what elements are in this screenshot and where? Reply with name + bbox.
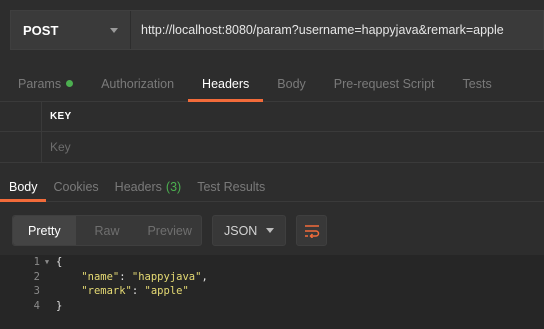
code-text: "name": "happyjava", xyxy=(81,270,208,283)
wrap-lines-button[interactable] xyxy=(296,215,327,246)
key-column-header: KEY xyxy=(50,111,72,122)
tab-params-label: Params xyxy=(18,76,62,91)
format-select[interactable]: JSON xyxy=(212,215,286,246)
code-text: } xyxy=(56,299,63,312)
request-bar: POST xyxy=(10,10,544,50)
line-number: 1 xyxy=(33,256,40,268)
chevron-down-icon xyxy=(110,27,118,33)
code-line: 2 "name": "happyjava", xyxy=(0,270,544,285)
tab-body-label: Body xyxy=(277,76,306,91)
pretty-button[interactable]: Pretty xyxy=(13,216,76,245)
headers-table-row xyxy=(0,132,544,162)
tab-headers[interactable]: Headers xyxy=(188,66,264,102)
tab-response-headers-label: Headers xyxy=(114,179,162,194)
code-line: 1 ▼ { xyxy=(0,255,544,270)
response-body-editor[interactable]: 1 ▼ { 2 "name": "happyjava", 3 "remark":… xyxy=(0,255,544,329)
json-key: "remark" xyxy=(81,285,132,297)
json-value: "happyjava" xyxy=(131,270,202,283)
code-line: 4 } xyxy=(0,299,544,314)
view-mode-toggle: Pretty Raw Preview xyxy=(12,215,202,246)
tab-test-results-label: Test Results xyxy=(197,179,266,194)
tab-pre-request-script[interactable]: Pre-request Script xyxy=(320,66,449,101)
tab-headers-label: Headers xyxy=(202,76,250,91)
tab-tests-label: Tests xyxy=(462,76,492,91)
header-checkbox-column xyxy=(0,102,42,131)
json-key: "name" xyxy=(81,270,120,283)
tab-response-headers[interactable]: Headers (3) xyxy=(107,172,190,201)
tab-body[interactable]: Body xyxy=(263,66,320,101)
chevron-down-icon xyxy=(266,228,274,233)
tab-test-results[interactable]: Test Results xyxy=(189,172,273,201)
header-row-checkbox[interactable] xyxy=(0,132,42,162)
tab-pre-request-script-label: Pre-request Script xyxy=(333,76,435,91)
preview-button[interactable]: Preview xyxy=(138,216,201,245)
params-indicator-dot xyxy=(66,80,74,87)
url-input[interactable] xyxy=(131,11,543,49)
code-text: "remark": "apple" xyxy=(81,285,189,297)
header-key-input[interactable] xyxy=(50,140,544,154)
line-number: 2 xyxy=(33,270,40,283)
tab-authorization-label: Authorization xyxy=(101,76,175,91)
tab-tests[interactable]: Tests xyxy=(449,66,506,101)
tab-authorization[interactable]: Authorization xyxy=(87,66,188,101)
method-select[interactable]: POST xyxy=(11,11,131,49)
tab-params[interactable]: Params xyxy=(0,66,87,101)
line-number: 3 xyxy=(33,285,40,297)
tab-cookies-label: Cookies xyxy=(53,179,99,194)
wrap-lines-icon xyxy=(304,224,319,238)
request-tabs: Params Authorization Headers Body Pre-re… xyxy=(0,66,544,102)
headers-table-head: KEY xyxy=(0,102,544,132)
tab-response-body-label: Body xyxy=(9,179,38,194)
tab-cookies[interactable]: Cookies xyxy=(46,172,107,201)
raw-button[interactable]: Raw xyxy=(76,216,139,245)
code-text: { xyxy=(56,256,63,268)
method-label: POST xyxy=(23,22,59,38)
json-value: "apple" xyxy=(144,285,189,297)
fold-arrow-icon[interactable]: ▼ xyxy=(42,255,52,270)
headers-table: KEY xyxy=(0,102,544,163)
line-number: 4 xyxy=(33,299,40,312)
headers-count-badge: (3) xyxy=(165,179,182,194)
format-label: JSON xyxy=(224,223,258,238)
tab-response-body[interactable]: Body xyxy=(0,172,46,202)
response-tabs: Body Cookies Headers (3) Test Results xyxy=(0,172,544,202)
code-line: 3 "remark": "apple" xyxy=(0,284,544,299)
